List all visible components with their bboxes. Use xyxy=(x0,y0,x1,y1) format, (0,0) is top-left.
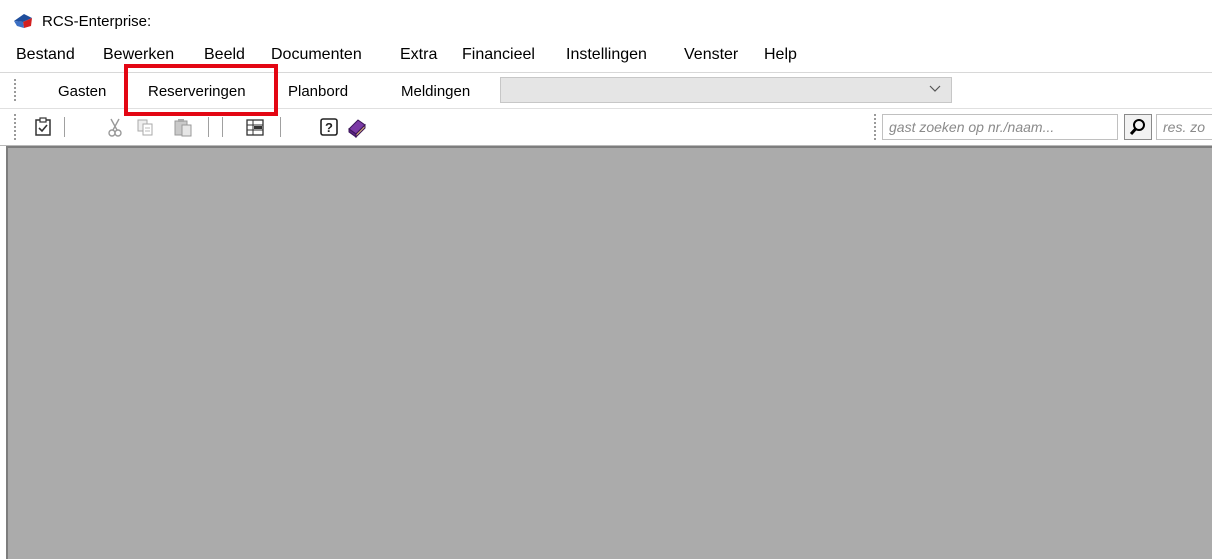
tab-meldingen[interactable]: Meldingen xyxy=(401,83,470,101)
menu-extra[interactable]: Extra xyxy=(400,46,437,64)
title-bar: RCS-Enterprise: xyxy=(0,0,1212,40)
menu-beeld[interactable]: Beeld xyxy=(204,46,245,64)
checklist-icon[interactable] xyxy=(32,116,54,138)
toolbar-grip[interactable] xyxy=(14,79,16,103)
rcs-logo-icon xyxy=(14,14,32,28)
toolbar-grip[interactable] xyxy=(14,114,16,140)
copy-icon[interactable] xyxy=(134,116,156,138)
mdi-workspace xyxy=(6,146,1212,559)
toolbar-separator xyxy=(208,117,209,137)
toolbar-separator xyxy=(222,117,223,137)
menu-help[interactable]: Help xyxy=(764,46,797,64)
search-button[interactable] xyxy=(1124,114,1152,140)
svg-text:?: ? xyxy=(325,120,333,135)
book-icon[interactable] xyxy=(346,116,368,138)
menu-financieel[interactable]: Financieel xyxy=(462,46,535,64)
window-title: RCS-Enterprise: xyxy=(42,13,152,30)
toolbar-grip[interactable] xyxy=(874,114,876,140)
highlight-box xyxy=(124,64,278,116)
menu-venster[interactable]: Venster xyxy=(684,46,738,64)
help-icon[interactable]: ? xyxy=(318,116,340,138)
paste-icon[interactable] xyxy=(172,116,194,138)
menu-bestand[interactable]: Bestand xyxy=(16,46,75,64)
cut-icon[interactable] xyxy=(104,116,126,138)
reservation-search-placeholder: res. zo xyxy=(1163,119,1206,135)
grid-icon[interactable] xyxy=(244,116,266,138)
tab-gasten[interactable]: Gasten xyxy=(58,83,106,101)
menu-instellingen[interactable]: Instellingen xyxy=(566,46,647,64)
chevron-down-icon xyxy=(929,85,941,92)
guest-search-input[interactable]: gast zoeken op nr./naam... xyxy=(882,114,1118,140)
context-dropdown[interactable] xyxy=(500,77,952,103)
guest-search-placeholder: gast zoeken op nr./naam... xyxy=(889,119,1055,135)
tab-planbord[interactable]: Planbord xyxy=(288,83,348,101)
magnifier-icon xyxy=(1129,119,1145,136)
toolbar-separator xyxy=(280,117,281,137)
menu-bewerken[interactable]: Bewerken xyxy=(103,46,174,64)
toolbar-separator xyxy=(64,117,65,137)
menu-documenten[interactable]: Documenten xyxy=(271,46,362,64)
reservation-search-input[interactable]: res. zo xyxy=(1156,114,1212,140)
